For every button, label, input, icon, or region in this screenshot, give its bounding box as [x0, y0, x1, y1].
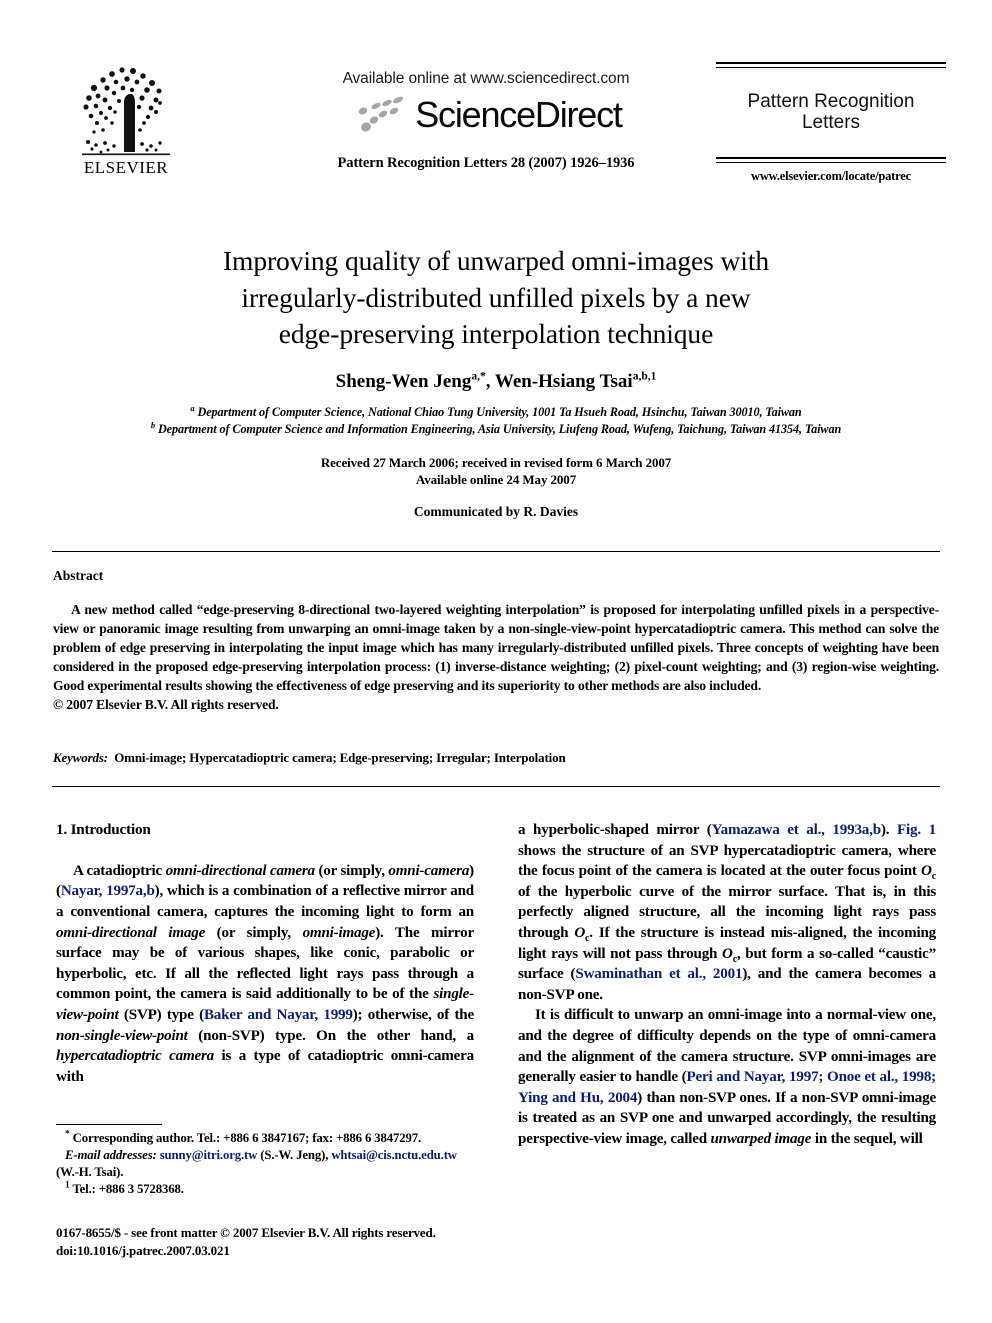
- sciencedirect-block: Available online at www.sciencedirect.co…: [271, 70, 701, 172]
- title-line-3: edge-preserving interpolation technique: [278, 318, 714, 350]
- affiliation-a-text: Department of Computer Science, National…: [197, 405, 802, 419]
- masthead: ELSEVIER Available online at www.science…: [56, 60, 946, 205]
- body-column-right: a hyperbolic-shaped mirror (Yamazawa et …: [518, 820, 936, 1150]
- paragraph-left-1: A catadioptric omni-directional camera (…: [56, 861, 474, 1088]
- author-2-name: Wen-Hsiang Tsai: [494, 371, 633, 392]
- affiliation-b: b Department of Computer Science and Inf…: [60, 419, 932, 437]
- text-run: (SVP) type (: [118, 1006, 204, 1023]
- available-online-text: Available online at www.sciencedirect.co…: [342, 70, 630, 87]
- emphasis-run: unwarped image: [710, 1130, 812, 1147]
- journal-name-line2: Letters: [801, 112, 861, 134]
- author-1-marks: a,*: [471, 370, 486, 383]
- footnote-mark-asterisk: *: [65, 1129, 70, 1140]
- author-separator: ,: [485, 371, 495, 392]
- available-online-date: Available online 24 May 2007: [415, 472, 577, 487]
- footnote-corresponding-text: Corresponding author. Tel.: +886 6 38471…: [72, 1131, 422, 1145]
- footnote-mark-1: 1: [65, 1180, 70, 1191]
- journal-name-line1: Pattern Recognition: [747, 91, 915, 112]
- emphasis-run: omni-directional image: [56, 924, 206, 941]
- title-line-1: Improving quality of unwarped omni-image…: [222, 245, 770, 276]
- keywords-value: Omni-image; Hypercatadioptric camera; Ed…: [114, 750, 566, 765]
- page-title: Improving quality of unwarped omni-image…: [120, 243, 872, 353]
- math-subscript: c: [931, 871, 936, 883]
- affiliation-b-text: Department of Computer Science and Infor…: [157, 422, 842, 436]
- author-1-name: Sheng-Wen Jeng: [335, 371, 472, 392]
- keywords-label: Keywords:: [53, 750, 108, 765]
- sciencedirect-wordmark: ScienceDirect: [415, 94, 623, 135]
- paragraph-right-2: It is difficult to unwarp an omni-image …: [518, 1005, 936, 1149]
- text-run: A catadioptric: [73, 862, 166, 879]
- sciencedirect-swoosh-icon: [358, 96, 404, 132]
- journal-rule-top: [716, 62, 946, 68]
- abstract-text: A new method called “edge-preserving 8-d…: [53, 602, 939, 694]
- text-run: ); otherwise, of the: [352, 1006, 474, 1023]
- abstract-rule-bottom: [52, 786, 940, 787]
- footnote-tel-text: Tel.: +886 3 5728368.: [72, 1182, 184, 1197]
- title-line-2: irregularly-distributed unfilled pixels …: [241, 281, 751, 313]
- publisher-block: ELSEVIER: [66, 60, 186, 176]
- citation-link[interactable]: Yamazawa et al., 1993a,b: [712, 822, 882, 838]
- text-run: ).: [880, 822, 898, 838]
- abstract-rule-top: [52, 551, 940, 552]
- imprint: 0167-8655/$ - see front matter © 2007 El…: [56, 1224, 486, 1259]
- citation-link[interactable]: Swaminathan et al., 2001: [575, 966, 742, 982]
- emphasis-run: hypercatadioptric camera: [56, 1048, 215, 1065]
- text-run: (non-SVP) type. On the other hand, a: [187, 1027, 474, 1044]
- figure-link[interactable]: Fig. 1: [897, 822, 936, 838]
- author-list: Sheng-Wen Jenga,*, Wen-Hsiang Tsaia,b,1: [120, 371, 872, 393]
- emphasis-run: non-single-view-point: [56, 1027, 188, 1044]
- body-column-left: 1. Introduction A catadioptric omni-dire…: [56, 820, 474, 1087]
- journal-url[interactable]: www.elsevier.com/locate/patrec: [716, 169, 946, 184]
- abstract-body: A new method called “edge-preserving 8-d…: [53, 600, 939, 714]
- publisher-name: ELSEVIER: [83, 158, 169, 177]
- email-owner-1: (S.-W. Jeng),: [260, 1148, 329, 1163]
- paper-page: ELSEVIER Available online at www.science…: [0, 0, 992, 1323]
- email-owner-2: (W.-H. Tsai).: [56, 1165, 124, 1180]
- email-link-1[interactable]: sunny@itri.org.tw: [160, 1148, 258, 1162]
- emphasis-run: omni-camera: [388, 862, 470, 879]
- email-addresses-label: E-mail addresses:: [65, 1148, 157, 1163]
- math-symbol: O: [722, 945, 733, 962]
- emphasis-run: omni-directional camera: [165, 862, 315, 879]
- journal-rule-bottom: [716, 156, 946, 163]
- author-2-marks: a,b,1: [632, 370, 657, 383]
- communicated-by: Communicated by R. Davies: [413, 504, 579, 519]
- text-run: (or simply,: [314, 862, 389, 879]
- abstract-copyright: © 2007 Elsevier B.V. All rights reserved…: [53, 697, 279, 713]
- footnote-corresponding-author: * Corresponding author. Tel.: +886 6 384…: [56, 1130, 474, 1147]
- keywords: Keywords: Omni-image; Hypercatadioptric …: [53, 750, 939, 766]
- journal-title-block: Pattern Recognition Letters www.elsevier…: [716, 62, 946, 184]
- emphasis-run: omni-image: [302, 924, 376, 941]
- footnote-separator-rule: [56, 1124, 162, 1125]
- abstract-heading: Abstract: [53, 568, 104, 583]
- elsevier-tree-logo-icon: [82, 67, 170, 156]
- journal-citation: Pattern Recognition Letters 28 (2007) 19…: [337, 155, 635, 171]
- footnote-emails: E-mail addresses: sunny@itri.org.tw (S.-…: [56, 1147, 474, 1181]
- paragraph-right-1: a hyperbolic-shaped mirror (Yamazawa et …: [518, 820, 936, 1005]
- math-symbol: O: [574, 924, 586, 941]
- text-run: a hyperbolic-shaped mirror (: [518, 822, 712, 838]
- math-symbol: O: [921, 863, 932, 880]
- journal-name: Pattern Recognition Letters: [716, 91, 946, 134]
- citation-link[interactable]: Nayar, 1997a,b: [61, 883, 155, 899]
- affiliation-b-mark: b: [150, 419, 156, 430]
- section-heading-introduction: 1. Introduction: [56, 821, 151, 838]
- footnotes: * Corresponding author. Tel.: +886 6 384…: [56, 1130, 474, 1198]
- affiliation-a-mark: a: [190, 402, 195, 413]
- email-link-2[interactable]: whtsai@cis.nctu.edu.tw: [331, 1148, 457, 1162]
- citation-link[interactable]: Baker and Nayar, 1999: [204, 1007, 353, 1023]
- text-run: (or simply,: [205, 924, 303, 941]
- doi-line: doi:10.1016/j.patrec.2007.03.021: [56, 1242, 230, 1258]
- affiliation-a: a Department of Computer Science, Nation…: [60, 402, 932, 420]
- footnote-tel: 1 Tel.: +886 3 5728368.: [56, 1181, 474, 1198]
- text-run: shows the structure of an SVP hypercatad…: [518, 842, 936, 880]
- issn-front-matter: 0167-8655/$ - see front matter © 2007 El…: [56, 1225, 436, 1240]
- received-date: Received 27 March 2006; received in revi…: [320, 455, 672, 470]
- text-run: in the sequel, will: [811, 1130, 923, 1147]
